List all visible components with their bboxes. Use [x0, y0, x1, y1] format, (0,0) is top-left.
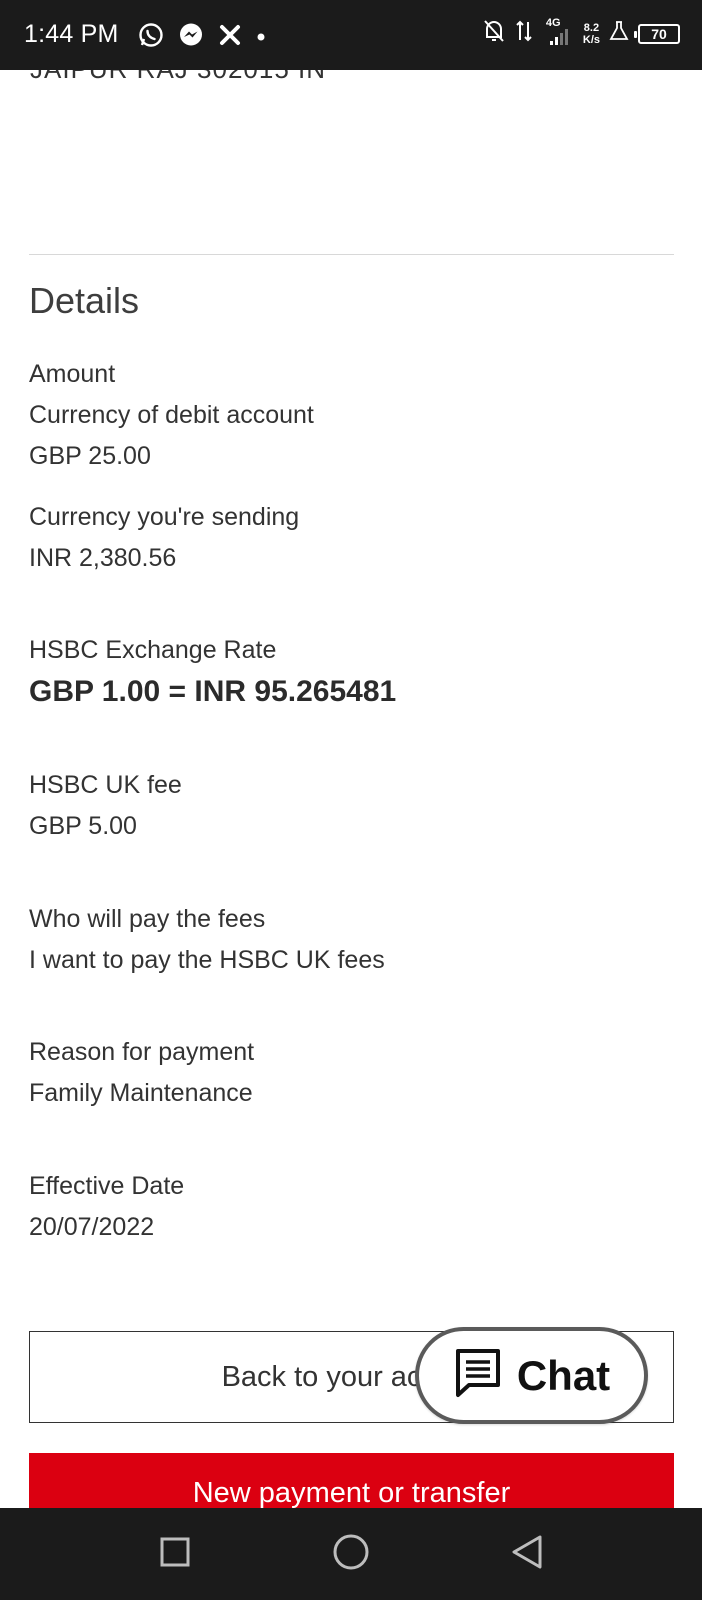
divider [29, 254, 674, 255]
details-heading: Details [29, 280, 140, 321]
system-navigation-bar [0, 1508, 702, 1600]
debit-currency-label: Currency of debit account [29, 401, 314, 429]
notification-icons [138, 22, 280, 53]
back-button-label: Back to your ac [221, 1360, 422, 1393]
battery-indicator: 70 [634, 23, 680, 44]
sending-currency-label: Currency you're sending [29, 503, 300, 531]
dot-icon [256, 29, 266, 47]
amount-label: Amount [29, 360, 116, 388]
back-icon [510, 1534, 544, 1575]
whatsapp-icon [138, 22, 164, 53]
data-transfer-icon [515, 18, 533, 49]
fee-value: GBP 5.00 [29, 812, 137, 840]
exchange-rate-value: GBP 1.00 = INR 95.265481 [29, 675, 397, 708]
home-button[interactable] [311, 1508, 391, 1600]
messenger-icon [178, 22, 204, 53]
home-icon [332, 1533, 370, 1576]
sending-amount-value: INR 2,380.56 [29, 544, 177, 572]
chat-button[interactable]: Chat [415, 1327, 648, 1424]
chat-label: Chat [516, 1351, 611, 1399]
network-speed: 8.2 K/s [582, 21, 600, 46]
debit-amount-value: GBP 25.00 [29, 442, 151, 470]
payment-reason-label: Reason for payment [29, 1038, 255, 1066]
x-icon [218, 23, 242, 52]
chat-icon [453, 1347, 503, 1404]
flask-icon [609, 20, 629, 47]
payment-reason-value: Family Maintenance [29, 1079, 253, 1107]
system-status-icons: 4G 8.2 K/s 70 [473, 17, 680, 49]
effective-date-label: Effective Date [29, 1172, 185, 1200]
status-time: 1:44 PM [24, 20, 119, 48]
fee-payer-value: I want to pay the HSBC UK fees [29, 946, 385, 974]
status-bar: 1:44 PM 4G 8.2 K/s 70 [0, 0, 702, 70]
effective-date-value: 20/07/2022 [29, 1213, 155, 1241]
recent-apps-icon [159, 1536, 191, 1573]
recent-apps-button[interactable] [135, 1508, 215, 1600]
notifications-off-icon [482, 18, 506, 49]
signal-icon: 4G [542, 17, 574, 49]
fee-label: HSBC UK fee [29, 771, 182, 799]
exchange-rate-label: HSBC Exchange Rate [29, 636, 277, 664]
fee-payer-label: Who will pay the fees [29, 905, 266, 933]
back-nav-button[interactable] [487, 1508, 567, 1600]
